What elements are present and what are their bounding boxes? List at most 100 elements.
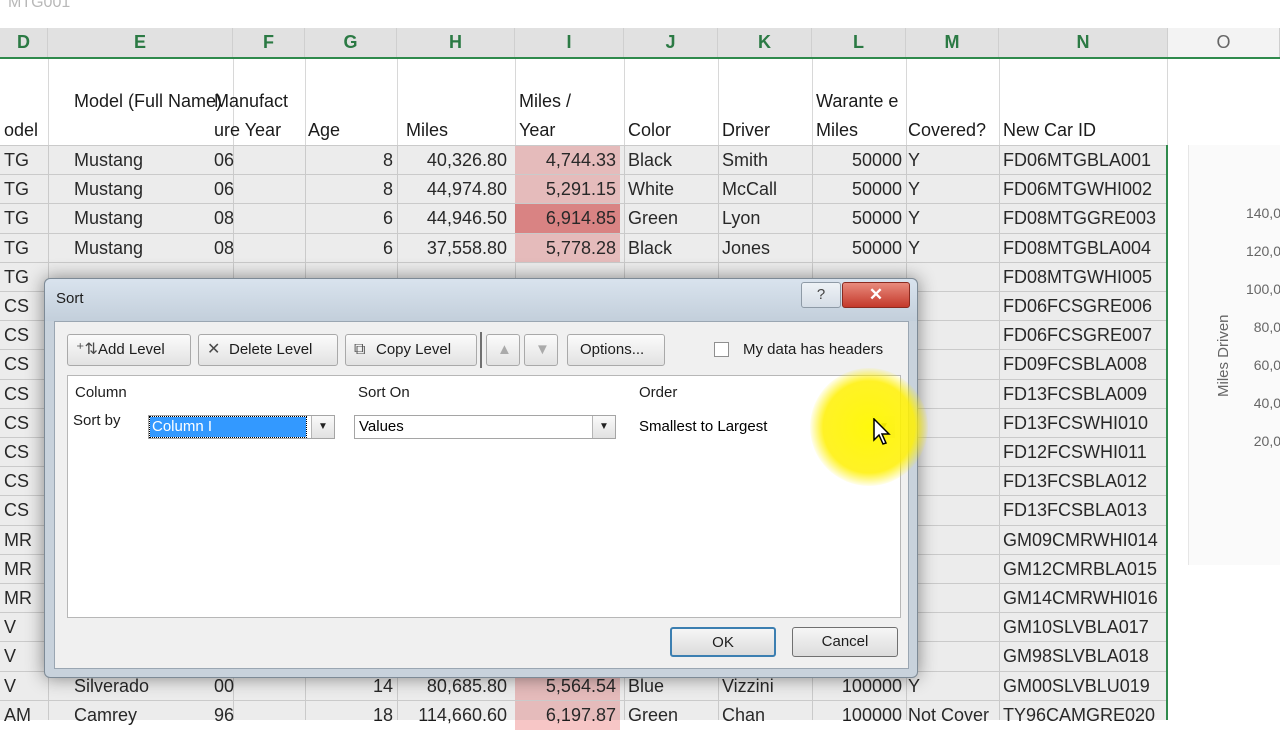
cell-d[interactable]: CS: [0, 321, 48, 350]
add-level-button[interactable]: ⁺⇅Add Level: [67, 334, 191, 366]
cell-n[interactable]: GM10SLVBLA017: [999, 613, 1167, 642]
cell-m[interactable]: Not Cover: [904, 701, 999, 730]
cell-d[interactable]: CS: [0, 467, 48, 496]
cell-f[interactable]: 06: [210, 175, 305, 204]
cell-h[interactable]: 114,660.60: [397, 701, 511, 730]
options-button[interactable]: Options...: [567, 334, 665, 366]
cell-n[interactable]: GM12CMRBLA015: [999, 555, 1167, 584]
cell-m[interactable]: [904, 292, 999, 321]
cell-l[interactable]: 50000: [812, 234, 906, 263]
cell-d[interactable]: V: [0, 642, 48, 671]
cell-k[interactable]: Jones: [718, 234, 812, 263]
cell-k[interactable]: Lyon: [718, 204, 812, 233]
header-cell-f[interactable]: Manufact ure Year: [210, 87, 310, 145]
cell-j[interactable]: White: [624, 175, 718, 204]
cell-e[interactable]: Mustang: [70, 175, 233, 204]
cell-f[interactable]: 96: [210, 701, 305, 730]
header-cell-m[interactable]: Covered?: [904, 116, 990, 145]
my-data-has-headers-checkbox[interactable]: [714, 342, 729, 357]
cell-n[interactable]: GM14CMRWHI016: [999, 584, 1167, 613]
cell-e[interactable]: Mustang: [70, 234, 233, 263]
cell-n[interactable]: TY96CAMGRE020: [999, 701, 1167, 730]
cell-i[interactable]: 4,744.33: [515, 146, 620, 175]
cell-h[interactable]: 44,946.50: [397, 204, 511, 233]
cell-j[interactable]: Black: [624, 146, 718, 175]
cell-g[interactable]: 18: [305, 701, 397, 730]
miles-chart-fragment[interactable]: 140,0 120,0 100,0 80,0 60,0 40,0 20,0 Mi…: [1188, 145, 1280, 565]
chevron-down-icon[interactable]: ▼: [592, 416, 615, 438]
cell-d[interactable]: TG: [0, 234, 48, 263]
cell-d[interactable]: MR: [0, 555, 48, 584]
cell-d[interactable]: TG: [0, 263, 48, 292]
cell-l[interactable]: 50000: [812, 146, 906, 175]
cell-n[interactable]: FD13FCSBLA013: [999, 496, 1167, 525]
cell-j[interactable]: Green: [624, 701, 718, 730]
chevron-down-icon[interactable]: ▼: [311, 416, 334, 438]
header-cell-n[interactable]: New Car ID: [999, 116, 1100, 145]
cell-d[interactable]: CS: [0, 350, 48, 379]
cell-h[interactable]: 37,558.80: [397, 234, 511, 263]
cell-m[interactable]: [904, 467, 999, 496]
cell-i[interactable]: 5,778.28: [515, 233, 620, 263]
cell-n[interactable]: GM00SLVBLU019: [999, 672, 1167, 701]
header-cell-j[interactable]: Color: [624, 116, 675, 145]
cell-m[interactable]: [904, 350, 999, 379]
cell-h[interactable]: 44,974.80: [397, 175, 511, 204]
cell-m[interactable]: [904, 321, 999, 350]
cell-d[interactable]: V: [0, 613, 48, 642]
cell-n[interactable]: FD09FCSBLA008: [999, 350, 1167, 379]
cell-g[interactable]: 6: [305, 204, 397, 233]
cell-m[interactable]: [904, 613, 999, 642]
cell-n[interactable]: FD08MTGGRE003: [999, 204, 1167, 233]
cell-e[interactable]: Camrey: [70, 701, 233, 730]
help-button[interactable]: ?: [801, 282, 841, 308]
cell-f[interactable]: 08: [210, 204, 305, 233]
cell-m[interactable]: Y: [904, 175, 999, 204]
my-data-has-headers-label[interactable]: My data has headers: [743, 341, 883, 358]
cell-d[interactable]: CS: [0, 409, 48, 438]
column-header-i[interactable]: I: [515, 28, 624, 57]
close-button[interactable]: ✕: [842, 282, 910, 308]
column-header-l[interactable]: L: [812, 28, 906, 57]
cell-e[interactable]: Mustang: [70, 146, 233, 175]
cell-m[interactable]: [904, 496, 999, 525]
header-cell-d[interactable]: odel: [0, 116, 42, 145]
cell-l[interactable]: 50000: [812, 204, 906, 233]
cell-g[interactable]: 8: [305, 175, 397, 204]
header-cell-g[interactable]: Age: [304, 116, 344, 145]
cell-d[interactable]: TG: [0, 175, 48, 204]
cell-m[interactable]: [904, 263, 999, 292]
header-cell-i[interactable]: Miles / Year: [515, 87, 605, 145]
cell-k[interactable]: Chan: [718, 701, 812, 730]
cell-n[interactable]: FD13FCSWHI010: [999, 409, 1167, 438]
cell-g[interactable]: 8: [305, 146, 397, 175]
cell-d[interactable]: CS: [0, 438, 48, 467]
cell-f[interactable]: 08: [210, 234, 305, 263]
ok-button[interactable]: OK: [670, 627, 776, 657]
cell-d[interactable]: V: [0, 672, 48, 701]
copy-level-button[interactable]: ⧉ Copy Level: [345, 334, 477, 366]
column-header-o[interactable]: O: [1168, 28, 1280, 57]
cell-n[interactable]: FD08MTGWHI005: [999, 263, 1167, 292]
move-down-button[interactable]: ▼: [524, 334, 558, 366]
column-header-j[interactable]: J: [624, 28, 718, 57]
cell-n[interactable]: FD06MTGBLA001: [999, 146, 1167, 175]
cell-m[interactable]: [904, 642, 999, 671]
cell-d[interactable]: TG: [0, 204, 48, 233]
cell-m[interactable]: Y: [904, 234, 999, 263]
column-header-n[interactable]: N: [999, 28, 1168, 57]
column-header-f[interactable]: F: [233, 28, 305, 57]
cell-d[interactable]: TG: [0, 146, 48, 175]
cell-d[interactable]: AM: [0, 701, 48, 730]
cell-d[interactable]: MR: [0, 526, 48, 555]
header-cell-k[interactable]: Driver: [718, 116, 774, 145]
column-header-d[interactable]: D: [0, 28, 48, 57]
cell-d[interactable]: MR: [0, 584, 48, 613]
dialog-titlebar[interactable]: Sort ? ✕: [45, 279, 917, 321]
column-header-m[interactable]: M: [906, 28, 999, 57]
cell-n[interactable]: FD06MTGWHI002: [999, 175, 1167, 204]
sort-on-select[interactable]: Values ▼: [354, 415, 616, 439]
cell-n[interactable]: GM09CMRWHI014: [999, 526, 1167, 555]
cell-k[interactable]: Smith: [718, 146, 812, 175]
column-select[interactable]: Column I ▼: [148, 415, 335, 439]
